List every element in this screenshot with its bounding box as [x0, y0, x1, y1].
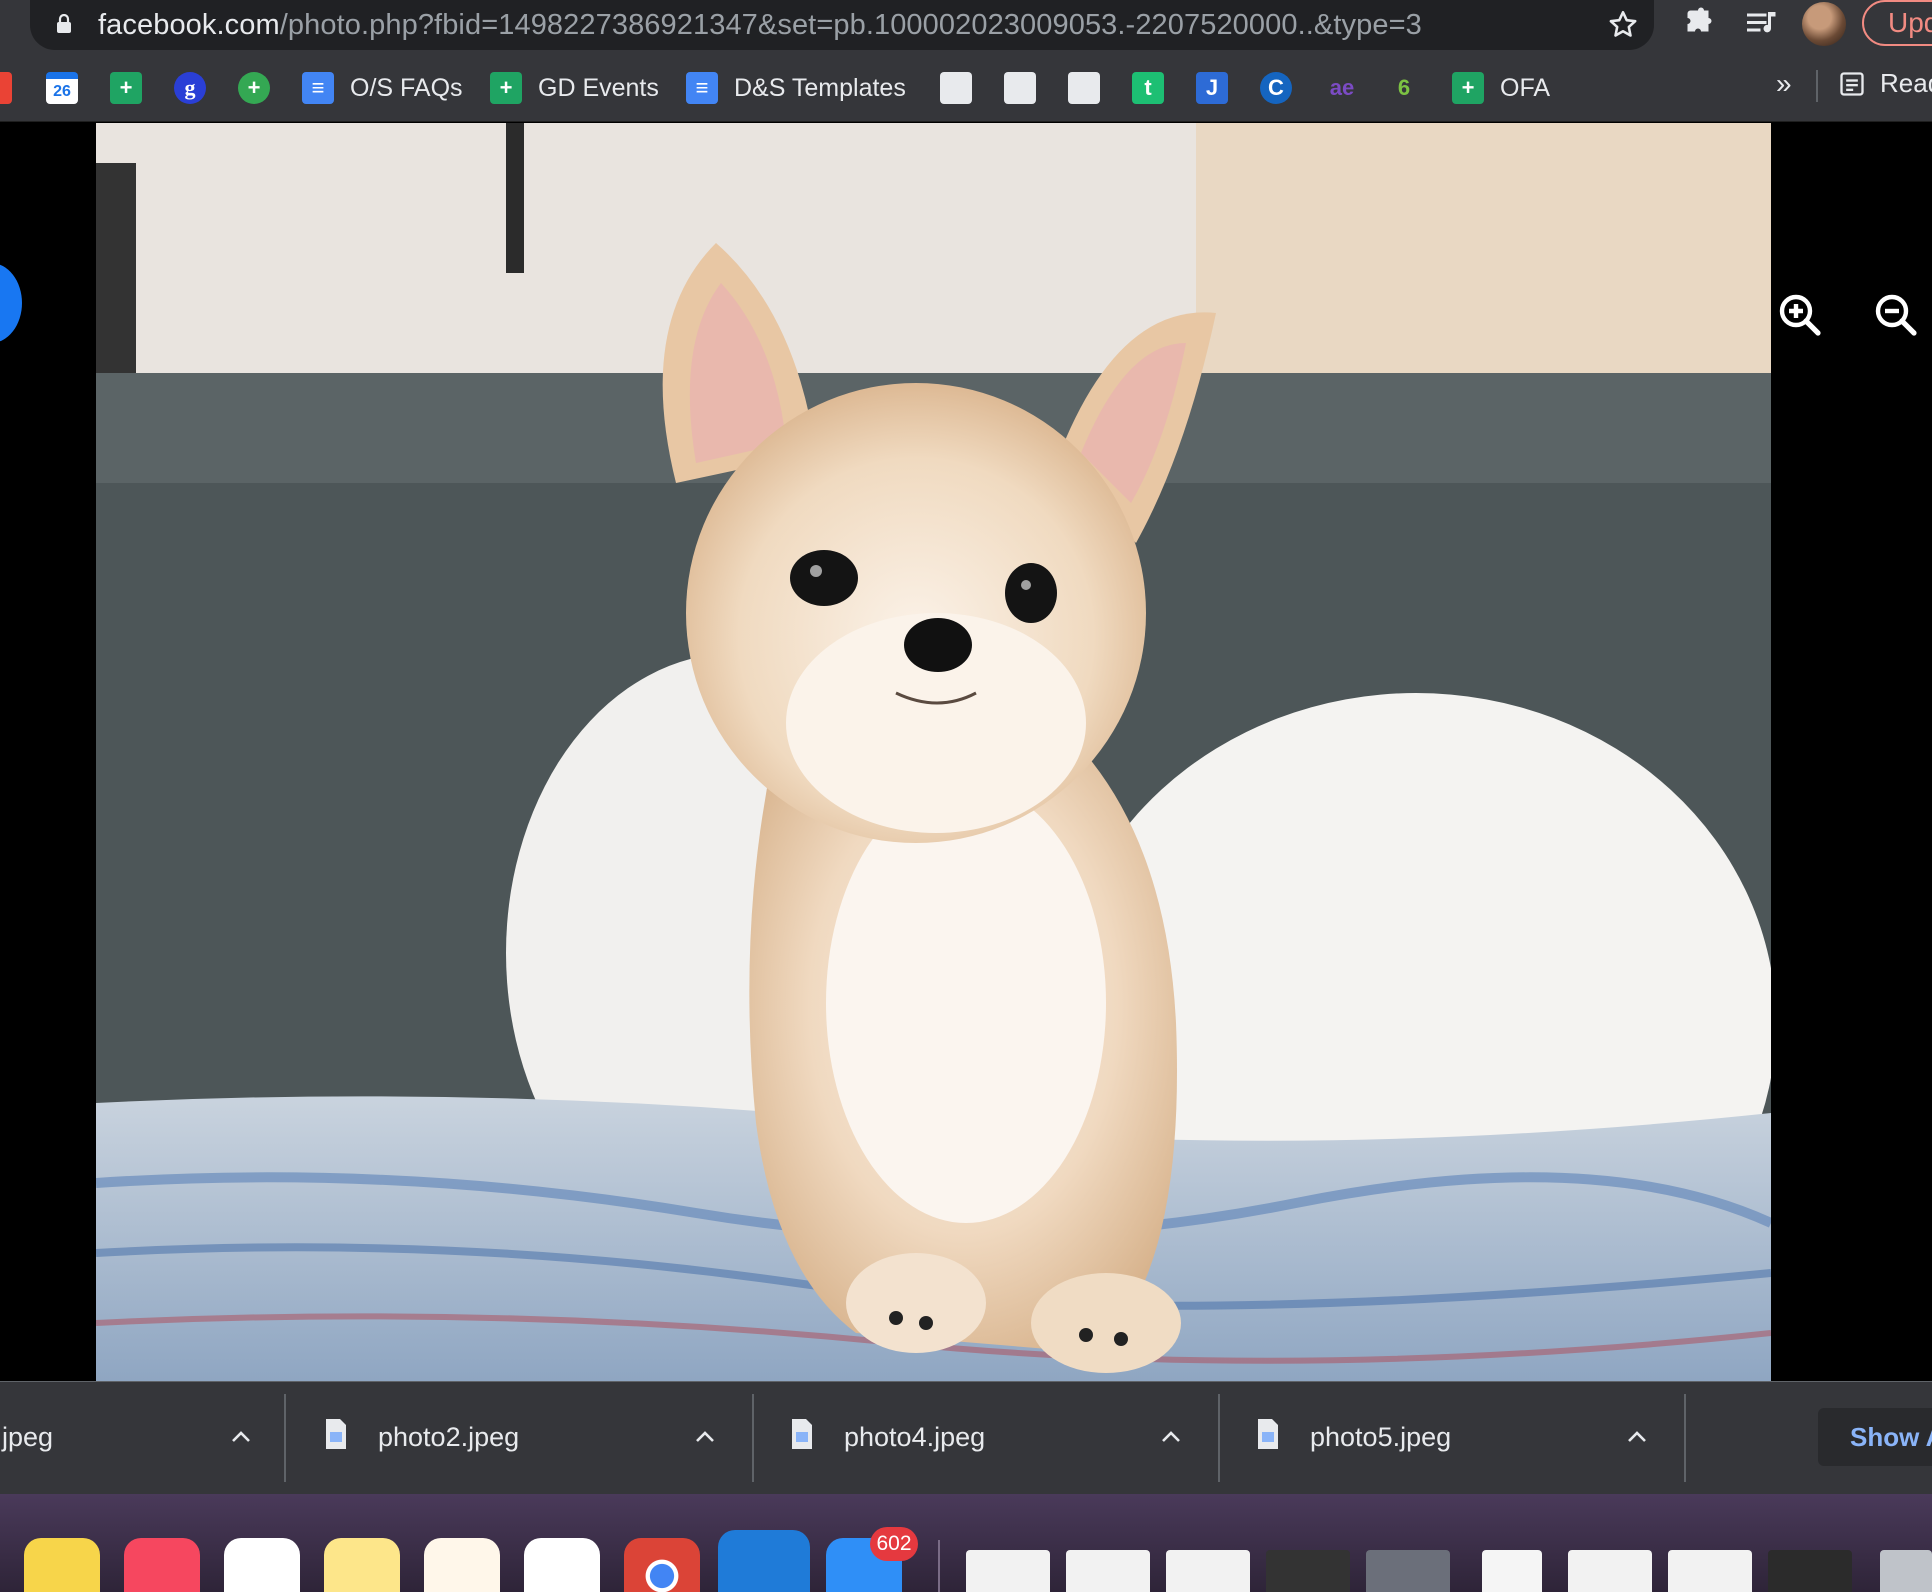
bookmark-ae[interactable]: ae	[1322, 68, 1362, 108]
photo-viewer	[0, 123, 1932, 1381]
chevron-up-icon[interactable]	[694, 1430, 716, 1444]
zoom-in-icon[interactable]	[1776, 291, 1824, 339]
bookmark-c[interactable]: C	[1260, 68, 1292, 108]
facebook-logo[interactable]	[0, 263, 22, 343]
reading-list-icon	[1840, 71, 1864, 96]
docs-icon: ≡	[302, 72, 334, 104]
more-bookmarks-chevron[interactable]: »	[1776, 68, 1792, 100]
download-item[interactable]: photo4.jpeg	[754, 1394, 1220, 1482]
g-icon: g	[174, 72, 206, 104]
dock-document-thumbnail[interactable]	[1568, 1550, 1652, 1592]
photo-puppy[interactable]	[96, 123, 1771, 1381]
dock-document-thumbnail[interactable]	[1668, 1550, 1752, 1592]
dock-document-thumbnail[interactable]	[1066, 1550, 1150, 1592]
bookmark-gd-events[interactable]: + GD Events	[490, 68, 659, 108]
music-app-icon[interactable]	[124, 1538, 200, 1592]
sheets-icon: +	[110, 72, 142, 104]
url-text[interactable]: facebook.com/photo.php?fbid=149822738692…	[98, 9, 1422, 42]
docs-icon: ≡	[686, 72, 718, 104]
slack-app-icon[interactable]	[524, 1538, 600, 1592]
show-all-button[interactable]: Show A	[1818, 1408, 1932, 1466]
url-path: /photo.php?fbid=1498227386921347&set=pb.…	[279, 9, 1422, 41]
kindle-app-icon[interactable]	[718, 1530, 810, 1592]
plus-circle-icon: +	[238, 72, 270, 104]
mail-badge: 602	[870, 1527, 918, 1561]
bookmarks-divider	[1816, 70, 1818, 102]
bookmark-calendar[interactable]: 26	[46, 68, 78, 108]
chrome-app-icon[interactable]	[624, 1538, 700, 1592]
bookmark-ofa[interactable]: + OFA	[1452, 68, 1550, 108]
chevron-up-icon[interactable]	[1160, 1430, 1182, 1444]
sheets-icon: +	[490, 72, 522, 104]
bookmark-label: GD Events	[538, 73, 659, 102]
download-filename: photo4.jpeg	[844, 1422, 986, 1452]
reading-list-label: Read	[1880, 68, 1932, 98]
address-bar[interactable]: facebook.com/photo.php?fbid=149822738692…	[30, 0, 1654, 50]
file-icon	[1258, 1419, 1278, 1449]
grid-icon	[1068, 72, 1100, 104]
download-item[interactable]: photo2.jpeg	[288, 1394, 754, 1482]
bookmark-t[interactable]: t	[1132, 68, 1164, 108]
dock-document-thumbnail[interactable]	[1768, 1550, 1852, 1592]
browser-toolbar: facebook.com/photo.php?fbid=149822738692…	[0, 0, 1932, 56]
bookmark-label: D&S Templates	[734, 73, 906, 102]
dock-document-thumbnail[interactable]	[1266, 1550, 1350, 1592]
media-queue-icon[interactable]	[1744, 6, 1780, 42]
dock-document-thumbnail[interactable]	[1482, 1550, 1542, 1592]
extensions-puzzle-icon[interactable]	[1680, 6, 1716, 42]
grid-icon	[940, 72, 972, 104]
dock-document-thumbnail[interactable]	[966, 1550, 1050, 1592]
bookmark-g[interactable]: g	[174, 68, 206, 108]
bookmark-gmail[interactable]	[0, 68, 12, 108]
download-item[interactable]: photo5.jpeg	[1220, 1394, 1686, 1482]
stickies-app-icon[interactable]	[24, 1538, 100, 1592]
bookmark-grid-3[interactable]	[1068, 68, 1100, 108]
dock-document-thumbnail[interactable]	[1366, 1550, 1450, 1592]
lock-icon[interactable]	[56, 14, 72, 34]
ae-icon: ae	[1329, 75, 1355, 100]
t-icon: t	[1132, 72, 1164, 104]
photo-image	[96, 123, 1771, 1381]
trash-icon[interactable]	[1880, 1550, 1932, 1592]
screen: facebook.com/photo.php?fbid=149822738692…	[0, 0, 1932, 1592]
bookmark-star-icon[interactable]	[1606, 8, 1640, 42]
bookmark-label: OFA	[1500, 73, 1551, 102]
chevron-up-icon[interactable]	[1626, 1430, 1648, 1444]
bookmark-grid-1[interactable]	[940, 68, 972, 108]
download-filename: photo2.jpeg	[378, 1422, 520, 1452]
grid-icon	[1004, 72, 1036, 104]
update-button[interactable]: Upd	[1862, 0, 1932, 46]
chevron-up-icon[interactable]	[230, 1430, 252, 1444]
download-filename: jpeg	[2, 1422, 54, 1452]
bookmark-label: O/S FAQs	[350, 73, 463, 102]
calendar-icon: 26	[46, 72, 78, 104]
url-host: facebook.com	[98, 9, 280, 41]
file-icon	[792, 1419, 812, 1449]
sheets-icon: +	[1452, 72, 1484, 104]
reading-list-button[interactable]: Read	[1838, 68, 1932, 99]
pages-app-icon[interactable]	[424, 1538, 500, 1592]
download-filename: photo5.jpeg	[1310, 1422, 1452, 1452]
bookmark-j[interactable]: J	[1196, 68, 1228, 108]
bookmark-plus[interactable]: +	[238, 68, 270, 108]
gmail-icon	[0, 72, 12, 104]
dock-separator	[938, 1540, 940, 1592]
bookmarks-bar: 26 + g + ≡ O/S FAQs + GD Events ≡ D&S Te…	[0, 56, 1932, 122]
bookmark-grid-2[interactable]	[1004, 68, 1036, 108]
zoom-out-icon[interactable]	[1872, 291, 1920, 339]
downloads-shelf: jpeg photo2.jpeg photo4.jpeg photo5.jpeg…	[0, 1381, 1932, 1494]
leaf-icon: 6	[1397, 75, 1411, 100]
bookmark-leaf[interactable]: 6	[1388, 68, 1420, 108]
bookmark-sheet-1[interactable]: +	[110, 68, 142, 108]
bookmark-ds-templates[interactable]: ≡ D&S Templates	[686, 68, 906, 108]
download-item[interactable]: jpeg	[0, 1394, 286, 1482]
j-icon: J	[1196, 72, 1228, 104]
dock-document-thumbnail[interactable]	[1166, 1550, 1250, 1592]
bookmark-os-faqs[interactable]: ≡ O/S FAQs	[302, 68, 463, 108]
file-icon	[326, 1419, 346, 1449]
c-circle-icon: C	[1260, 72, 1292, 104]
news-app-icon[interactable]	[224, 1538, 300, 1592]
notes-app-icon[interactable]	[324, 1538, 400, 1592]
profile-avatar[interactable]	[1802, 2, 1846, 46]
